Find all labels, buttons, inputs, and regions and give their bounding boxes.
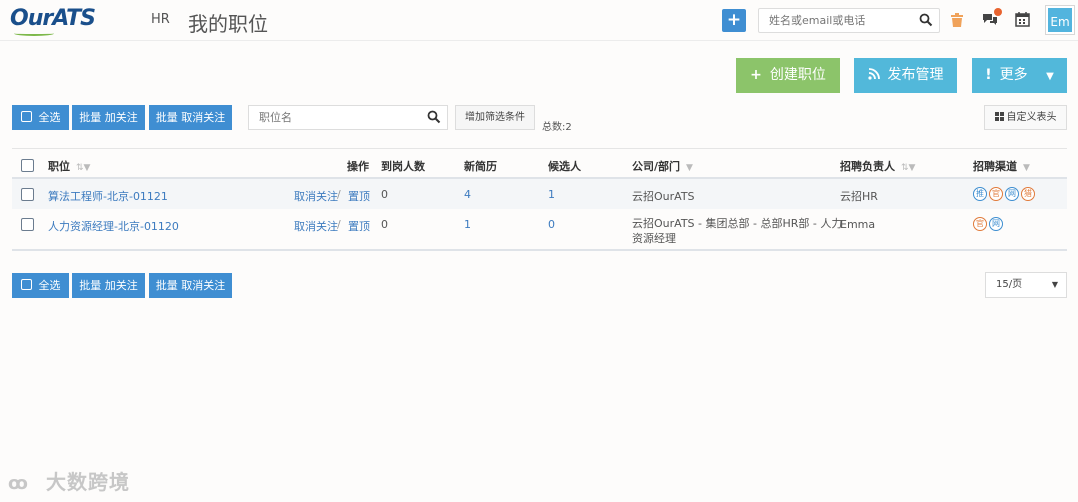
create-position-button[interactable]: + 创建职位 [736,58,840,93]
footer-batch-unfollow-button[interactable]: 批量 取消关注 [149,273,232,298]
position-search-input[interactable] [249,106,419,129]
candidates-count[interactable]: 1 [548,188,555,201]
arrived-count: 0 [381,218,388,231]
position-search [248,105,448,130]
channel-headhunter-badge[interactable]: 猎 [1021,187,1035,201]
grid-icon [994,112,1004,121]
global-search [758,8,940,33]
table-row: 人力资源经理-北京-01120 取消关注 / 置顶 0 1 0 云招OurATS… [12,209,1067,251]
row-checkbox[interactable] [21,188,34,201]
channel-official-badge[interactable]: 官 [973,217,987,231]
logo-swoosh [14,31,54,36]
watermark-logo-icon: ꝏ [8,473,29,494]
checkbox-icon [20,279,32,290]
more-dropdown-button[interactable]: ! 更多 ▼ [972,58,1067,93]
arrived-count: 0 [381,188,388,201]
messages-button[interactable] [982,8,1002,29]
header-checkbox[interactable] [21,159,34,172]
company-dept: 云招OurATS - 集团总部 - 总部HR部 - 人力 资源经理 [632,217,843,245]
col-channel[interactable]: 招聘渠道 ▼ [973,158,1030,174]
caret-down-icon: ▼ [1046,71,1054,82]
channel-official-badge[interactable]: 官 [989,187,1003,201]
col-recruiter[interactable]: 招聘负责人 ⇅▼ [840,158,915,174]
col-position[interactable]: 职位 ⇅▼ [48,158,90,174]
search-icon[interactable] [919,13,933,27]
custom-columns-button[interactable]: 自定义表头 [984,105,1067,130]
publish-management-button[interactable]: 发布管理 [854,58,957,93]
new-resumes-count[interactable]: 1 [464,218,471,231]
candidates-count[interactable]: 0 [548,218,555,231]
channel-recommend-badge[interactable]: 推 [973,187,987,201]
sort-filter-icon[interactable]: ⇅▼ [76,163,90,173]
col-operation: 操作 [347,160,369,173]
recruiter-name: 云招HR [840,190,878,203]
filter-icon[interactable]: ▼ [686,163,693,173]
notification-dot [994,8,1002,16]
global-search-input[interactable] [759,9,909,32]
row-checkbox[interactable] [21,218,34,231]
top-header: OurATS HR 我的职位 + Em [0,0,1078,41]
add-filter-button[interactable]: 增加筛选条件 [455,105,535,130]
unfollow-link[interactable]: 取消关注 [294,218,338,234]
hr-label: HR [151,12,170,27]
recruiter-name: Emma [840,218,876,231]
ourats-logo[interactable]: OurATS [10,6,96,36]
exclamation-icon: ! [985,67,992,83]
position-link[interactable]: 算法工程师-北京-01121 [48,188,168,204]
page-title: 我的职位 [188,12,268,36]
batch-follow-button[interactable]: 批量 加关注 [72,105,145,130]
search-icon[interactable] [427,110,441,124]
plus-icon: + [750,67,762,83]
company-dept: 云招OurATS [632,190,695,203]
channel-badges: 官网 [973,216,1005,231]
quick-add-button[interactable]: + [722,9,746,32]
calendar-icon[interactable] [1014,11,1032,29]
col-candidates: 候选人 [548,160,581,173]
page-size-select[interactable]: 15/页 ▼ [985,272,1067,298]
rss-icon [867,68,880,80]
channel-web-badge[interactable]: 网 [989,217,1003,231]
select-all-button[interactable]: 全选 [12,105,69,130]
table-row: 算法工程师-北京-01121 取消关注 / 置顶 0 4 1 云招OurATS … [12,179,1067,209]
footer-select-all-button[interactable]: 全选 [12,273,69,298]
user-avatar[interactable]: Em [1046,6,1074,34]
pin-link[interactable]: 置顶 [348,218,370,234]
total-count: 总数:2 [542,122,572,133]
col-arrived: 到岗人数 [381,160,425,173]
pin-link[interactable]: 置顶 [348,188,370,204]
channel-badges: 推官网猎 [973,186,1037,201]
positions-table: 职位 ⇅▼ 操作 到岗人数 新简历 候选人 公司/部门 ▼ 招聘负责人 ⇅▼ 招聘渠道… [12,148,1067,251]
unfollow-link[interactable]: 取消关注 [294,188,338,204]
sort-filter-icon[interactable]: ⇅▼ [901,163,915,173]
col-new-resumes: 新简历 [464,160,497,173]
separator: / [337,188,341,201]
trash-icon[interactable] [948,11,966,29]
position-link[interactable]: 人力资源经理-北京-01120 [48,218,179,234]
checkbox-icon [20,111,32,122]
caret-down-icon: ▼ [1051,280,1058,289]
watermark: ꝏ 大数跨境 [8,470,130,494]
table-header: 职位 ⇅▼ 操作 到岗人数 新简历 候选人 公司/部门 ▼ 招聘负责人 ⇅▼ 招聘渠道… [12,148,1067,179]
batch-unfollow-button[interactable]: 批量 取消关注 [149,105,232,130]
separator: / [337,218,341,231]
channel-web-badge[interactable]: 网 [1005,187,1019,201]
filter-icon[interactable]: ▼ [1023,163,1030,173]
col-company[interactable]: 公司/部门 ▼ [632,158,693,174]
new-resumes-count[interactable]: 4 [464,188,471,201]
footer-batch-follow-button[interactable]: 批量 加关注 [72,273,145,298]
